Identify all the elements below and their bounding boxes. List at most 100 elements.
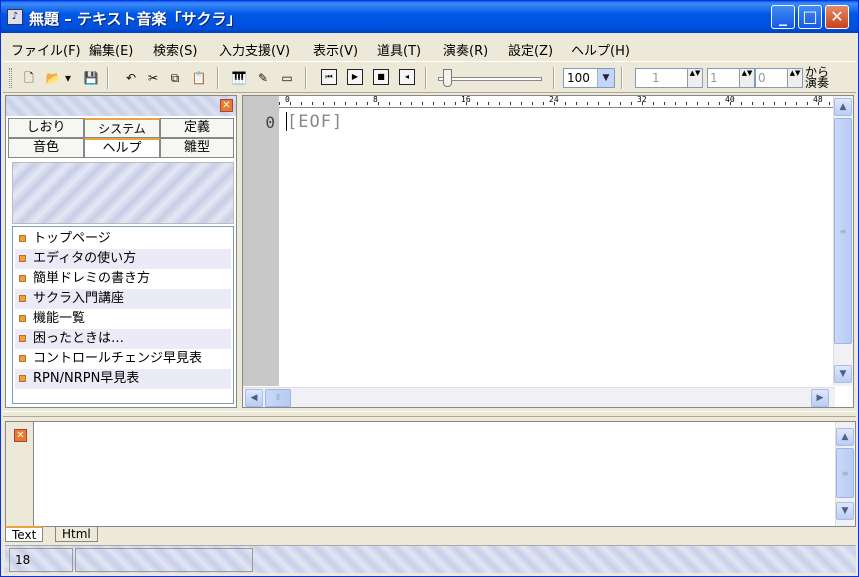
paste-icon[interactable]: 📋: [191, 70, 207, 86]
play-icon[interactable]: ▶: [347, 69, 363, 85]
zoom-dropdown-icon[interactable]: ▼: [597, 69, 614, 87]
editor-text[interactable]: [EOF]: [287, 112, 343, 132]
ruler-mark: 32: [637, 95, 647, 104]
ruler-mark: 0: [285, 95, 290, 104]
tab-timbre[interactable]: 音色: [8, 138, 84, 158]
tab-system[interactable]: システム: [84, 118, 160, 138]
editor-horizontal-scrollbar[interactable]: ◀ ⦀ ▶: [243, 387, 835, 407]
app-icon[interactable]: ♪: [7, 9, 23, 25]
playback-slider-track[interactable]: [438, 77, 542, 81]
decorative-banner-image: [12, 162, 234, 224]
line-number-gutter: 0: [243, 96, 279, 386]
picture-icon[interactable]: ▭: [279, 70, 295, 86]
scroll-up-icon[interactable]: ▲: [836, 428, 854, 446]
output-scroll-thumb[interactable]: ≡: [836, 448, 854, 498]
cut-icon[interactable]: ✂: [145, 70, 161, 86]
scroll-down-icon[interactable]: ▼: [834, 365, 852, 383]
copy-icon[interactable]: ⧉: [167, 70, 183, 86]
menu-tools[interactable]: 道具(T): [377, 40, 421, 59]
status-cell: [75, 548, 253, 572]
vertical-scroll-thumb[interactable]: ≡: [834, 118, 852, 344]
help-item-rpn-nrpn[interactable]: RPN/NRPN早見表: [15, 369, 231, 389]
output-panel: ✕ ▲ ≡ ▼: [5, 421, 856, 527]
ruler-mark: 16: [461, 95, 471, 104]
measure-spinner[interactable]: 1 ▲▼: [707, 68, 755, 88]
edit-lines-icon[interactable]: ✎: [255, 70, 271, 86]
close-panel-icon[interactable]: ✕: [220, 99, 233, 112]
menu-file[interactable]: ファイル(F): [11, 40, 81, 59]
beat-spinner[interactable]: 0 ▲▼: [755, 68, 803, 88]
tab-templates[interactable]: 雛型: [160, 138, 234, 158]
menu-input-assist[interactable]: 入力支援(V): [219, 40, 290, 59]
open-dropdown-icon[interactable]: ▾: [63, 70, 73, 86]
bullet-icon: [19, 235, 26, 242]
menu-help[interactable]: ヘルプ(H): [571, 40, 630, 59]
open-folder-icon[interactable]: 📂: [45, 70, 61, 86]
help-item-function-list[interactable]: 機能一覧: [15, 309, 231, 329]
playback-slider-thumb[interactable]: [443, 69, 452, 87]
output-vertical-scrollbar[interactable]: ▲ ≡ ▼: [835, 422, 855, 526]
editor-vertical-scrollbar[interactable]: ▲ ≡ ▼: [833, 96, 853, 386]
save-icon[interactable]: 💾: [83, 70, 99, 86]
spinner-arrows-icon[interactable]: ▲▼: [787, 69, 802, 87]
help-item-control-change[interactable]: コントロールチェンジ早見表: [15, 349, 231, 369]
maximize-button[interactable]: □: [798, 5, 822, 29]
undo-icon[interactable]: ↶: [123, 70, 139, 86]
menu-edit[interactable]: 編集(E): [89, 40, 133, 59]
title-bar[interactable]: ♪ 無題 – テキスト音楽「サクラ」 _ □ ✕: [1, 1, 858, 33]
spinner-arrows-icon[interactable]: ▲▼: [687, 69, 702, 87]
tab-text[interactable]: Text: [5, 526, 44, 542]
help-item-easy-doremi[interactable]: 簡単ドレミの書き方: [15, 269, 231, 289]
help-list: トップページ エディタの使い方 簡単ドレミの書き方 サクラ入門講座 機能一覧 困…: [12, 226, 234, 404]
bullet-icon: [19, 355, 26, 362]
tab-definitions[interactable]: 定義: [160, 118, 234, 138]
menu-search[interactable]: 検索(S): [153, 40, 197, 59]
start-position-spinner[interactable]: 1 ▲▼: [635, 68, 703, 88]
bullet-icon: [19, 375, 26, 382]
scroll-left-icon[interactable]: ◀: [245, 389, 263, 407]
column-ruler: 0 8 16 24 32 40 48: [279, 95, 835, 108]
left-side-panel: ✕ しおり システム 定義 音色 ヘルプ 雛型 トップページ エディタの使い方 …: [5, 95, 237, 408]
toolbar-separator: [553, 67, 555, 89]
main-window: ♪ 無題 – テキスト音楽「サクラ」 _ □ ✕ ファイル(F) 編集(E) 検…: [0, 0, 859, 577]
help-item-top-page[interactable]: トップページ: [15, 229, 231, 249]
close-button[interactable]: ✕: [825, 5, 849, 29]
menu-play[interactable]: 演奏(R): [443, 40, 488, 59]
bullet-icon: [19, 255, 26, 262]
zoom-select[interactable]: 100 ▼: [563, 68, 615, 88]
rewind-icon[interactable]: ◂: [399, 69, 415, 85]
tab-bookmarks[interactable]: しおり: [8, 118, 84, 138]
toolbar-separator: [305, 67, 307, 89]
scroll-down-icon[interactable]: ▼: [836, 502, 854, 520]
help-item-editor-usage[interactable]: エディタの使い方: [15, 249, 231, 269]
keyboard-icon[interactable]: 🎹: [231, 70, 247, 86]
minimize-button[interactable]: _: [771, 5, 795, 29]
toolbar-separator: [621, 67, 623, 89]
new-file-icon[interactable]: 🗋: [21, 70, 37, 86]
pane-splitter[interactable]: [3, 411, 856, 417]
play-from-button[interactable]: から 演奏: [805, 66, 835, 89]
scroll-right-icon[interactable]: ▶: [811, 389, 829, 407]
help-item-troubleshooting[interactable]: 困ったときは…: [15, 329, 231, 349]
line-number: 0: [265, 113, 275, 132]
help-item-sakura-intro[interactable]: サクラ入門講座: [15, 289, 231, 309]
bullet-icon: [19, 335, 26, 342]
ruler-mark: 8: [373, 95, 378, 104]
bullet-icon: [19, 275, 26, 282]
tab-help[interactable]: ヘルプ: [84, 138, 160, 158]
spinner-value: 1: [652, 71, 660, 85]
editor-pane: 0 0 8 16 24 32 40 48 [EOF] ▲ ≡ ▼ ◀ ⦀ ▶: [242, 95, 854, 408]
horizontal-scroll-thumb[interactable]: ⦀: [265, 389, 291, 407]
tab-html[interactable]: Html: [55, 527, 98, 542]
menu-settings[interactable]: 設定(Z): [508, 40, 553, 59]
panel-header: ✕: [6, 96, 236, 116]
play-from-start-icon[interactable]: ⏮: [321, 69, 337, 85]
toolbar-grip[interactable]: [9, 68, 12, 88]
close-output-icon[interactable]: ✕: [14, 429, 27, 442]
status-count: 18: [9, 548, 73, 572]
menu-view[interactable]: 表示(V): [313, 40, 358, 59]
scroll-up-icon[interactable]: ▲: [834, 98, 852, 116]
spinner-arrows-icon[interactable]: ▲▼: [739, 69, 754, 87]
stop-icon[interactable]: ■: [373, 69, 389, 85]
tab-row-2: 音色 ヘルプ 雛型: [8, 138, 234, 158]
